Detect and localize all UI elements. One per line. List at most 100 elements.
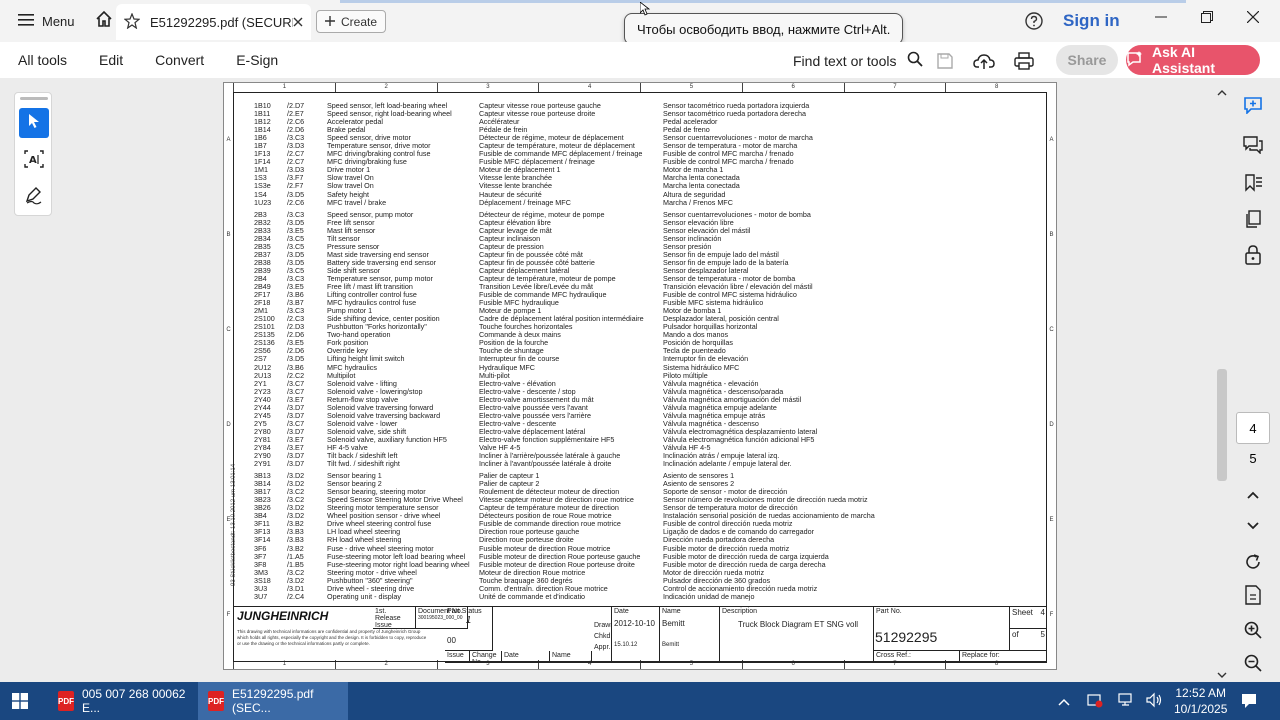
table-row: 2Y91/3.D7 Tilt fwd. / sideshift right Incl…	[254, 460, 1034, 468]
help-icon[interactable]	[1024, 11, 1044, 36]
volume-icon[interactable]	[1146, 692, 1164, 713]
select-tool[interactable]	[19, 108, 49, 138]
save-icon[interactable]	[933, 49, 957, 73]
tray-chevron-icon[interactable]	[1058, 694, 1070, 712]
release-issue-cell: 1st. Release Issue 00	[373, 607, 416, 629]
component-id: 3U7	[254, 591, 268, 601]
page-ref: /3.D7	[287, 459, 305, 469]
bookmark-icon[interactable]	[1240, 170, 1266, 196]
find-label: Find text or tools	[793, 52, 897, 69]
ruler-letter: C	[1049, 326, 1054, 333]
menu-button[interactable]: Menu	[0, 0, 87, 42]
lock-icon[interactable]	[1240, 242, 1266, 268]
comments-icon[interactable]	[1240, 132, 1266, 158]
hamburger-icon	[18, 13, 34, 30]
windows-start-icon[interactable]	[12, 693, 28, 714]
scroll-up-icon[interactable]	[1217, 84, 1227, 102]
scrollbar-thumb[interactable]	[1217, 369, 1227, 481]
current-page-input[interactable]: 4	[1236, 412, 1270, 444]
home-icon	[95, 10, 113, 33]
component-id: 1U23	[254, 197, 272, 207]
spanish-desc: Sistema hidráulico MFC	[663, 362, 740, 372]
previous-page-icon[interactable]	[1240, 482, 1266, 508]
table-row: 1B12/2.C6 Accelerator pedal Accélérateur Pe…	[254, 118, 1034, 126]
share-button[interactable]: Share	[1056, 45, 1118, 75]
tooltip: Чтобы освободить ввод, нажмите Ctrl+Alt.	[624, 13, 904, 45]
desc-label: Description	[722, 608, 758, 615]
create-label: Create	[341, 14, 378, 29]
close-tab-icon[interactable]	[293, 15, 303, 30]
page-fit-icon[interactable]	[1240, 582, 1266, 608]
comment-add-icon[interactable]	[1240, 92, 1266, 118]
find-tools[interactable]: Find text or tools	[793, 51, 923, 70]
page-ref: /2.C4	[287, 591, 305, 601]
change-no-cell: Change No.	[470, 651, 502, 663]
toolbar-convert[interactable]: Convert	[155, 52, 204, 68]
minimize-button[interactable]	[1138, 0, 1184, 38]
pdf-app-icon: PDF	[58, 691, 74, 711]
drawn-label: Drawn.	[594, 622, 611, 629]
title-block: JUNGHEINRICH This drawing with technical…	[233, 606, 1047, 663]
spanish-desc: Indicación unidad de manejo	[663, 591, 755, 601]
next-page-icon[interactable]	[1240, 513, 1266, 539]
refresh-icon[interactable]	[1240, 549, 1266, 575]
of-cell: of 5	[1010, 629, 1047, 651]
pdf-page[interactable]: 12345678 12345678 ABCDEF ABCDEF 93 Stück…	[223, 82, 1057, 670]
maximize-button[interactable]	[1184, 0, 1230, 38]
taskbar-app-label: 005 007 268 00062 E...	[82, 687, 186, 715]
footer-date-cell: Date	[502, 651, 550, 663]
brand-logo: JUNGHEINRICH	[237, 609, 329, 623]
drawn-label-col: Drawn. Chkd. Appr.	[592, 607, 612, 663]
issue-value: 00	[447, 636, 456, 645]
pointer-icon	[27, 113, 41, 134]
taskbar-app-pdf-2[interactable]: PDF E51292295.pdf (SEC...	[198, 682, 348, 720]
system-clock[interactable]: 12:52 AM 10/1/2025	[1174, 685, 1227, 717]
ruler-number: 7	[843, 83, 946, 92]
notifications-icon[interactable]	[1240, 692, 1258, 715]
drag-handle[interactable]	[20, 97, 48, 100]
ruler-right: A B C D E F	[1047, 92, 1056, 662]
appr-label: Appr.	[594, 644, 611, 651]
create-button[interactable]: Create	[316, 10, 387, 33]
cursor-icon	[639, 1, 651, 21]
toolbar-edit[interactable]: Edit	[99, 52, 123, 68]
network-icon[interactable]	[1117, 692, 1135, 713]
star-icon[interactable]	[123, 11, 141, 32]
quick-tools-panel: A	[14, 92, 52, 216]
zoom-in-icon[interactable]	[1240, 617, 1266, 643]
security-tray-icon[interactable]	[1087, 692, 1103, 713]
ruler-top: 12345678	[233, 83, 1047, 92]
toolbar-esign[interactable]: E-Sign	[236, 52, 278, 68]
french-desc: Unité de commande et d'indicatio	[479, 591, 586, 601]
tab-title: E51292295.pdf (SECURE...	[150, 14, 293, 30]
window-focus-line	[340, 0, 1186, 3]
close-window-button[interactable]	[1230, 0, 1276, 38]
ruler-number: 1	[233, 83, 335, 92]
search-icon	[907, 51, 923, 70]
tab-document[interactable]: E51292295.pdf (SECURE...	[116, 4, 311, 40]
table-row: 1U23/2.C6 MFC travel / brake Déplacement /…	[254, 197, 1034, 207]
pages-icon[interactable]	[1240, 206, 1266, 232]
draw-tool[interactable]	[19, 183, 49, 213]
toolbar-all-tools[interactable]: All tools	[18, 52, 67, 68]
zoom-out-icon[interactable]	[1240, 650, 1266, 676]
text-select-tool[interactable]: A	[19, 146, 49, 176]
ai-assistant-icon	[1126, 50, 1144, 70]
vertical-scrollbar[interactable]	[1216, 84, 1228, 680]
print-icon[interactable]	[1012, 49, 1036, 73]
appr-date: 15.10.12	[614, 642, 638, 648]
sign-in-link[interactable]: Sign in	[1063, 11, 1120, 31]
table-row: 2Y81/3.E7 Solenoid valve, auxiliary funct…	[254, 435, 1034, 444]
ruler-letter: F	[1049, 611, 1054, 618]
part-status-value: 1	[465, 615, 472, 626]
sheet-label: Sheet	[1012, 608, 1033, 617]
english-desc: Tilt fwd. / sideshift right	[327, 459, 400, 469]
upload-cloud-icon[interactable]	[972, 49, 996, 73]
taskbar-app-pdf-1[interactable]: PDF 005 007 268 00062 E...	[48, 682, 196, 720]
sheet-cell: Sheet 4	[1010, 607, 1047, 629]
ruler-number: 3	[436, 83, 539, 92]
ruler-number: 4	[538, 83, 640, 92]
taskbar-app-label: E51292295.pdf (SEC...	[232, 687, 314, 715]
ask-ai-button[interactable]: Ask AI Assistant	[1126, 44, 1260, 76]
pdf-app-icon: PDF	[208, 691, 224, 711]
